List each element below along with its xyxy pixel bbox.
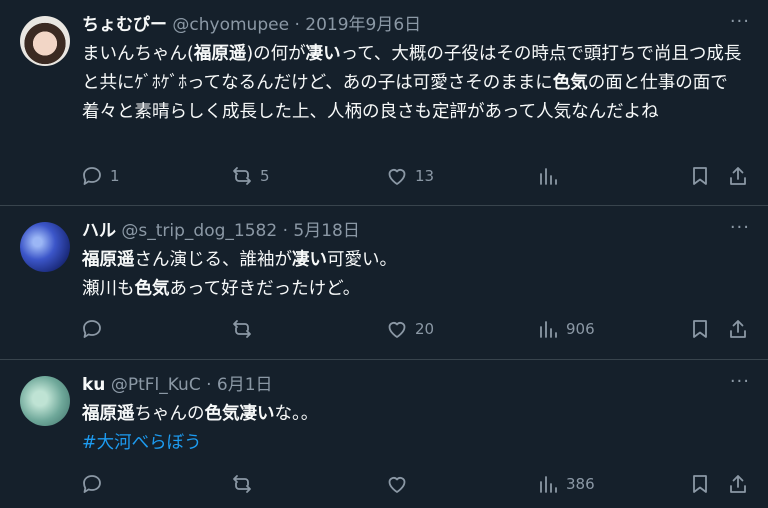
text-segment-bold: 福原遥 <box>82 250 135 270</box>
bookmark-icon <box>693 320 707 338</box>
text-segment: 瀬川も <box>82 279 135 299</box>
views-icon <box>540 476 557 493</box>
hashtag-link[interactable]: #大河べらぼう <box>82 429 742 458</box>
share-icon <box>730 167 746 185</box>
more-options-icon[interactable]: ··· <box>730 373 750 391</box>
text-line: 福原遥ちゃんの色気凄いな。。 <box>82 400 742 429</box>
user-handle[interactable]: @chyomupee <box>172 15 289 35</box>
tweet-header: ku @PtFl_KuC · 6月1日 <box>82 372 273 398</box>
text-segment: さん演じる、誰袖が <box>134 250 293 270</box>
retweet-button[interactable] <box>230 469 260 499</box>
text-segment-bold: 色気 <box>134 279 170 299</box>
text-segment-bold: 凄い <box>292 250 327 270</box>
reply-icon <box>83 320 101 338</box>
display-name[interactable]: ちょむぴー <box>82 15 167 35</box>
tweet-text: まいんちゃん(福原遥)の何が凄いって、大概の子役はその時点で頭打ちで尚且つ成長と… <box>82 40 742 127</box>
bookmark-button[interactable] <box>688 469 712 499</box>
views-button[interactable] <box>536 161 566 191</box>
text-segment: 可愛い。 <box>327 250 397 270</box>
separator-dot: · <box>200 375 217 395</box>
heart-icon <box>388 322 406 338</box>
share-icon <box>730 320 746 338</box>
avatar[interactable] <box>20 376 70 426</box>
action-bar: 20 906 <box>80 314 752 344</box>
text-segment: ちゃんの <box>134 404 205 424</box>
bookmark-icon <box>693 167 707 185</box>
text-segment-bold: 福原遥 <box>193 44 247 64</box>
text-segment-bold: 色気凄い <box>204 404 275 424</box>
tweet-3[interactable]: ku @PtFl_KuC · 6月1日 ··· 福原遥ちゃんの色気凄いな。。 #… <box>0 360 768 508</box>
tweet-date[interactable]: 6月1日 <box>217 375 273 395</box>
retweet-icon <box>233 320 251 338</box>
text-segment: あって好きだったけど。 <box>169 279 361 299</box>
like-button[interactable] <box>385 469 415 499</box>
share-button[interactable] <box>726 161 750 191</box>
more-options-icon[interactable]: ··· <box>730 219 750 237</box>
tweet-1[interactable]: ちょむぴー @chyomupee · 2019年9月6日 ··· まいんちゃん(… <box>0 0 768 206</box>
like-count: 13 <box>415 167 435 185</box>
views-icon <box>540 168 557 185</box>
bookmark-button[interactable] <box>688 314 712 344</box>
reply-button[interactable] <box>80 314 110 344</box>
view-count: 906 <box>566 320 595 338</box>
share-button[interactable] <box>726 314 750 344</box>
tweet-header: ちょむぴー @chyomupee · 2019年9月6日 <box>82 12 421 38</box>
heart-icon <box>388 169 406 185</box>
tweet-text: 福原遥ちゃんの色気凄いな。。 #大河べらぼう <box>82 400 742 458</box>
heart-icon <box>388 477 406 493</box>
bookmark-icon <box>693 475 707 493</box>
retweet-count: 5 <box>260 167 270 185</box>
like-button[interactable]: 20 <box>385 314 434 344</box>
tweet-header: ハル @s_trip_dog_1582 · 5月18日 <box>82 218 360 244</box>
action-bar: 1 5 13 <box>80 161 752 191</box>
reply-button[interactable] <box>80 469 110 499</box>
text-segment: な。。 <box>274 404 319 424</box>
retweet-icon <box>233 167 251 185</box>
text-line: 瀬川も色気あって好きだったけど。 <box>82 275 742 304</box>
reply-icon <box>83 167 101 185</box>
views-icon <box>540 321 557 338</box>
display-name[interactable]: ku <box>82 375 105 395</box>
share-button[interactable] <box>726 469 750 499</box>
views-button[interactable]: 386 <box>536 469 595 499</box>
share-icon <box>730 475 746 493</box>
more-options-icon[interactable]: ··· <box>730 13 750 31</box>
like-button[interactable]: 13 <box>385 161 434 191</box>
reply-button[interactable]: 1 <box>80 161 120 191</box>
text-segment-bold: 福原遥 <box>82 404 135 424</box>
text-segment: まいんちゃん( <box>82 44 194 64</box>
separator-dot: · <box>289 15 306 35</box>
views-button[interactable]: 906 <box>536 314 595 344</box>
retweet-icon <box>233 475 251 493</box>
tweet-2[interactable]: ハル @s_trip_dog_1582 · 5月18日 ··· 福原遥さん演じる… <box>0 206 768 360</box>
tweet-date[interactable]: 2019年9月6日 <box>305 15 421 35</box>
text-segment-bold: 凄い <box>305 44 341 64</box>
tweet-date[interactable]: 5月18日 <box>293 221 359 241</box>
view-count: 386 <box>566 475 595 493</box>
separator-dot: · <box>277 221 294 241</box>
text-segment-bold: 色気 <box>552 73 588 93</box>
retweet-button[interactable] <box>230 314 260 344</box>
reply-icon <box>83 475 101 493</box>
display-name[interactable]: ハル <box>82 221 116 241</box>
text-segment: )の何が <box>246 44 306 64</box>
action-bar: 386 <box>80 469 752 499</box>
text-line: 福原遥さん演じる、誰袖が凄い可愛い。 <box>82 246 742 275</box>
avatar[interactable] <box>20 222 70 272</box>
bookmark-button[interactable] <box>688 161 712 191</box>
user-handle[interactable]: @s_trip_dog_1582 <box>121 221 277 241</box>
like-count: 20 <box>415 320 435 338</box>
reply-count: 1 <box>110 167 120 185</box>
tweet-text: 福原遥さん演じる、誰袖が凄い可愛い。 瀬川も色気あって好きだったけど。 <box>82 246 742 304</box>
user-handle[interactable]: @PtFl_KuC <box>111 375 201 395</box>
avatar[interactable] <box>20 16 70 66</box>
retweet-button[interactable]: 5 <box>230 161 270 191</box>
